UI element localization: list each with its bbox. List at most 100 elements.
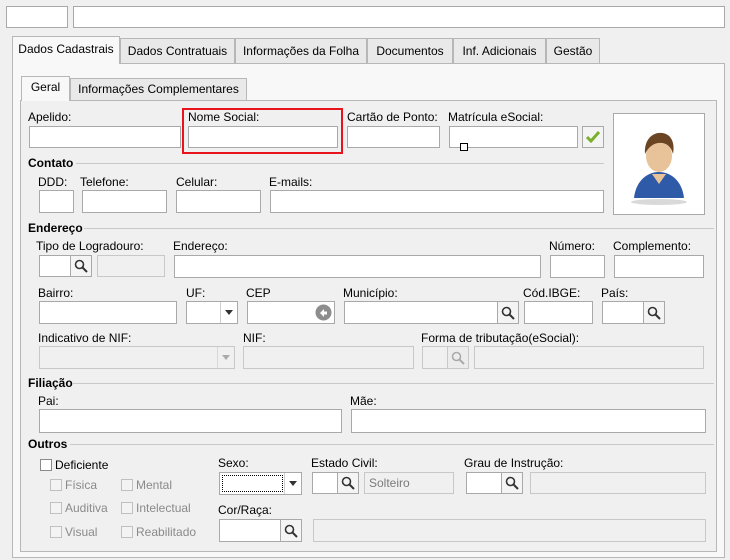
forma-tributacao-search-button[interactable] (447, 346, 469, 369)
grau-instrucao-desc (530, 472, 706, 494)
endereco-input[interactable] (174, 255, 541, 278)
forma-tributacao-input[interactable] (422, 346, 448, 369)
intelectual-checkbox[interactable] (121, 502, 133, 514)
celular-input[interactable] (176, 190, 261, 213)
sexo-dropdown-arrow[interactable] (284, 473, 301, 494)
pai-input[interactable] (39, 409, 342, 433)
tab-dados-cadastrais[interactable]: Dados Cadastrais (12, 36, 120, 64)
endereco-separator (84, 228, 714, 229)
contato-section-title: Contato (28, 156, 74, 170)
matricula-esocial-input[interactable] (449, 126, 578, 151)
estado-civil-search-button[interactable] (337, 472, 359, 494)
reabilitado-checkbox[interactable] (121, 526, 133, 538)
chevron-down-icon (225, 310, 233, 315)
uf-label: UF: (186, 286, 206, 300)
check-icon (586, 131, 600, 143)
subtab-geral[interactable]: Geral (21, 76, 70, 101)
estado-civil-desc: Solteiro (364, 472, 454, 494)
search-icon (74, 259, 88, 273)
indicativo-nif-select[interactable] (39, 346, 235, 369)
tipo-logradouro-input[interactable] (39, 255, 71, 277)
grau-instrucao-input[interactable] (466, 472, 502, 494)
tab-inf-adicionais[interactable]: Inf. Adicionais (453, 38, 546, 64)
auditiva-checkbox[interactable] (50, 502, 62, 514)
nif-input[interactable] (243, 346, 414, 369)
tab-dados-contratuais[interactable]: Dados Contratuais (120, 38, 235, 64)
forma-tributacao-label: Forma de tributação(eSocial): (421, 331, 580, 345)
sexo-focus-rect (222, 475, 283, 492)
forma-tributacao-desc (474, 346, 704, 369)
mae-input[interactable] (351, 409, 706, 433)
apelido-label: Apelido: (28, 110, 72, 124)
municipio-search-button[interactable] (497, 301, 519, 324)
outros-separator (70, 444, 714, 445)
top-name-input[interactable] (73, 6, 725, 28)
numero-label: Número: (549, 239, 596, 253)
cartao-ponto-input[interactable] (347, 126, 440, 148)
uf-select[interactable] (186, 301, 238, 324)
complemento-label: Complemento: (613, 239, 692, 253)
municipio-label: Município: (343, 286, 398, 300)
endereco-label: Endereço: (173, 239, 228, 253)
search-icon (284, 524, 298, 538)
tab-gestao[interactable]: Gestão (546, 38, 600, 64)
estado-civil-value: Solteiro (369, 476, 410, 490)
mental-label: Mental (136, 478, 173, 492)
emails-input[interactable] (270, 190, 604, 213)
estado-civil-code-input[interactable] (312, 472, 338, 494)
apelido-input[interactable] (29, 126, 181, 148)
subtab-informacoes-complementares[interactable]: Informações Complementares (70, 78, 247, 101)
pais-search-button[interactable] (643, 301, 665, 324)
indicativo-nif-dropdown-arrow[interactable] (217, 347, 234, 368)
telefone-input[interactable] (82, 190, 167, 213)
sexo-label: Sexo: (218, 456, 249, 470)
cep-label: CEP (246, 286, 271, 300)
telefone-label: Telefone: (80, 175, 129, 189)
cor-raca-search-button[interactable] (280, 519, 302, 542)
deficiente-label: Deficiente (55, 458, 109, 472)
uf-dropdown-arrow[interactable] (220, 302, 237, 323)
resize-handle[interactable] (460, 143, 468, 151)
cod-ibge-input[interactable] (524, 301, 593, 324)
visual-checkbox[interactable] (50, 526, 62, 538)
chevron-down-icon (222, 355, 230, 360)
search-icon (505, 476, 519, 490)
pais-label: País: (601, 286, 629, 300)
sexo-select[interactable] (219, 472, 302, 495)
fisica-label: Física (65, 478, 98, 492)
endereco-section-title: Endereço (28, 221, 83, 235)
check-button[interactable] (582, 126, 604, 148)
auditiva-label: Auditiva (65, 501, 108, 515)
pai-label: Pai: (38, 394, 59, 408)
intelectual-label: Intelectual (136, 501, 191, 515)
cor-raca-input[interactable] (219, 519, 281, 542)
nome-social-input[interactable] (188, 126, 338, 148)
mae-label: Mãe: (350, 394, 377, 408)
tab-informacoes-folha[interactable]: Informações da Folha (235, 38, 367, 64)
ddd-input[interactable] (39, 190, 74, 213)
cep-lookup-icon[interactable] (315, 304, 332, 321)
pais-input[interactable] (602, 301, 644, 324)
mental-checkbox[interactable] (121, 479, 133, 491)
tab-documentos[interactable]: Documentos (367, 38, 453, 64)
complemento-input[interactable] (614, 255, 704, 278)
cep-input[interactable] (247, 301, 335, 324)
grau-instrucao-search-button[interactable] (501, 472, 523, 494)
fisica-checkbox[interactable] (50, 479, 62, 491)
municipio-input[interactable] (344, 301, 498, 324)
nif-label: NIF: (243, 331, 266, 345)
indicativo-nif-label: Indicativo de NIF: (38, 331, 132, 345)
numero-input[interactable] (550, 255, 605, 278)
avatar[interactable] (613, 113, 705, 215)
outros-section-title: Outros (28, 437, 68, 451)
ddd-label: DDD: (38, 175, 68, 189)
search-icon (501, 306, 515, 320)
bairro-input[interactable] (39, 301, 177, 324)
grau-instrucao-label: Grau de Instrução: (464, 456, 564, 470)
deficiente-checkbox[interactable] (40, 459, 52, 471)
top-code-input[interactable] (6, 6, 68, 28)
search-icon (647, 306, 661, 320)
cor-raca-desc (313, 519, 706, 542)
tipo-logradouro-search-button[interactable] (70, 255, 92, 277)
estado-civil-label: Estado Civil: (311, 456, 378, 470)
